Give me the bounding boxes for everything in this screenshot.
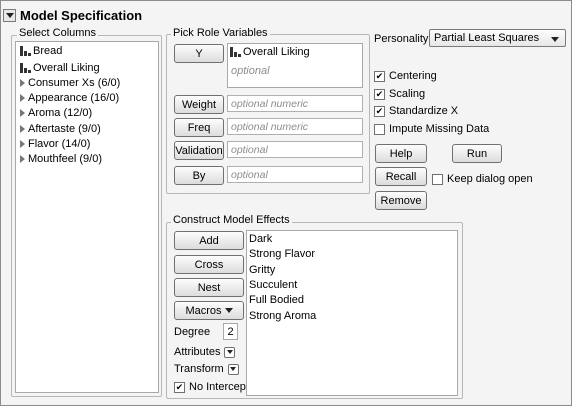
y-role-item[interactable]: Overall Liking (230, 46, 310, 58)
select-columns-label: Select Columns (17, 27, 99, 39)
column-group-mouthfeel[interactable]: Mouthfeel (9/0) (20, 152, 102, 166)
keep-dialog-open-option[interactable]: Keep dialog open (432, 172, 533, 186)
effect-item[interactable]: Full Bodied (249, 294, 304, 306)
y-role-placeholder: optional (231, 65, 270, 77)
degree-label: Degree (174, 326, 211, 338)
column-group-consumer-xs[interactable]: Consumer Xs (6/0) (20, 76, 120, 90)
y-role-button[interactable]: Y (174, 44, 224, 63)
columns-list[interactable]: Bread Overall Liking Consumer Xs (6/0) A… (15, 41, 159, 393)
run-button[interactable]: Run (452, 144, 502, 163)
expand-triangle-icon[interactable] (20, 155, 25, 163)
scaling-option[interactable]: ✔ Scaling (374, 87, 425, 101)
nest-effect-button[interactable]: Nest (174, 278, 244, 297)
dialog-window: Model Specification Select Columns Bread… (0, 0, 572, 406)
disclosure-toggle-icon[interactable] (3, 8, 16, 22)
column-item-bread[interactable]: Bread (20, 44, 62, 58)
centering-option[interactable]: ✔ Centering (374, 69, 437, 83)
expand-triangle-icon[interactable] (20, 109, 25, 117)
remove-button[interactable]: Remove (375, 191, 427, 210)
standardize-x-option[interactable]: ✔ Standardize X (374, 104, 458, 118)
personality-value: Partial Least Squares (434, 32, 540, 44)
centering-checkbox[interactable]: ✔ (374, 70, 385, 82)
cross-effect-button[interactable]: Cross (174, 255, 244, 274)
chevron-down-icon (224, 308, 233, 313)
transform-dropdown-icon[interactable] (227, 363, 239, 375)
freq-role-button[interactable]: Freq (174, 118, 224, 137)
no-intercept-option[interactable]: ✔ No Intercept (174, 380, 249, 394)
standardize-x-checkbox[interactable]: ✔ (374, 105, 385, 117)
recall-button[interactable]: Recall (375, 167, 427, 186)
personality-label: Personality: (374, 33, 432, 45)
effect-item[interactable]: Gritty (249, 264, 275, 276)
column-group-flavor[interactable]: Flavor (14/0) (20, 137, 90, 151)
column-group-aroma[interactable]: Aroma (12/0) (20, 106, 92, 120)
effect-item[interactable]: Succulent (249, 279, 297, 291)
weight-role-field[interactable]: optional numeric (227, 95, 363, 112)
transform-control[interactable]: Transform (174, 363, 239, 375)
scaling-checkbox[interactable]: ✔ (374, 88, 385, 100)
by-role-button[interactable]: By (174, 166, 224, 185)
validation-role-button[interactable]: Validation (174, 141, 224, 160)
keep-dialog-open-checkbox[interactable] (432, 173, 443, 185)
y-role-list[interactable]: Overall Liking optional (227, 43, 363, 88)
column-group-aftertaste[interactable]: Aftertaste (9/0) (20, 122, 101, 136)
freq-role-field[interactable]: optional numeric (227, 118, 363, 135)
expand-triangle-icon[interactable] (20, 94, 25, 102)
effect-item[interactable]: Strong Flavor (249, 248, 315, 260)
impute-missing-option[interactable]: Impute Missing Data (374, 122, 489, 136)
attributes-label: Attributes (174, 346, 221, 358)
impute-missing-checkbox[interactable] (374, 123, 385, 135)
chevron-down-icon (551, 37, 559, 42)
expand-triangle-icon[interactable] (20, 125, 25, 133)
no-intercept-checkbox[interactable]: ✔ (174, 381, 185, 393)
expand-triangle-icon[interactable] (20, 140, 25, 148)
transform-label: Transform (174, 363, 224, 375)
effect-item[interactable]: Strong Aroma (249, 310, 316, 322)
column-group-appearance[interactable]: Appearance (16/0) (20, 91, 119, 105)
effect-item[interactable]: Dark (249, 233, 272, 245)
pick-role-label: Pick Role Variables (171, 27, 270, 39)
model-effects-list[interactable]: Dark Strong Flavor Gritty Succulent Full… (246, 230, 458, 396)
expand-triangle-icon[interactable] (20, 79, 25, 87)
help-button[interactable]: Help (375, 144, 427, 163)
bar-chart-icon (20, 63, 31, 73)
validation-role-field[interactable]: optional (227, 141, 363, 158)
weight-role-button[interactable]: Weight (174, 95, 224, 114)
personality-select[interactable]: Partial Least Squares (429, 29, 566, 47)
attributes-control[interactable]: Attributes (174, 346, 236, 358)
by-role-field[interactable]: optional (227, 166, 363, 183)
column-item-overall-liking[interactable]: Overall Liking (20, 61, 100, 75)
attributes-dropdown-icon[interactable] (224, 346, 236, 358)
title-bar: Model Specification (3, 5, 142, 25)
bar-chart-icon (230, 47, 241, 57)
construct-effects-label: Construct Model Effects (171, 214, 292, 226)
macros-button[interactable]: Macros (174, 301, 244, 320)
bar-chart-icon (20, 46, 31, 56)
dialog-title: Model Specification (20, 7, 143, 23)
degree-input[interactable]: 2 (223, 323, 238, 340)
add-effect-button[interactable]: Add (174, 231, 244, 250)
